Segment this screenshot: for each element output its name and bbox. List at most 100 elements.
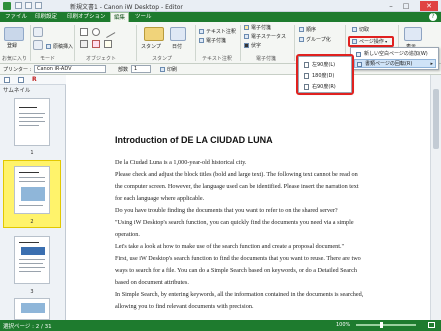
thumbnail-image-icon <box>21 247 45 255</box>
thumbnail-toolbar: R <box>0 75 66 85</box>
maximize-icon[interactable]: □ <box>399 1 413 11</box>
zoom-slider-handle[interactable] <box>380 322 383 328</box>
tab-tools[interactable]: ツール <box>132 12 155 22</box>
clip-icon <box>352 27 357 32</box>
help-icon[interactable]: ? <box>429 13 437 21</box>
document-line: based on document attributes. <box>115 279 189 286</box>
document-line: De la Ciudad Luna is a 1,000-year-old hi… <box>115 159 247 166</box>
group-separator <box>74 25 75 61</box>
close-icon[interactable]: ✕ <box>420 1 438 11</box>
date-button[interactable]: 日付 <box>172 43 182 50</box>
thumbnail-image-icon <box>21 187 45 201</box>
thumbnail-image-icon <box>21 303 45 313</box>
thumbnail-view-icon[interactable] <box>4 77 10 83</box>
electronic-note-2-button[interactable]: 電子付箋 <box>244 24 271 31</box>
zoom-level[interactable]: 100% <box>336 322 350 328</box>
rotate-submenu-callout <box>296 54 354 95</box>
highlighter-icon[interactable] <box>92 40 100 48</box>
register-button[interactable]: 登録 <box>7 42 17 49</box>
date-icon[interactable] <box>170 27 186 41</box>
select-mode-icon[interactable] <box>33 27 43 37</box>
group-separator <box>136 25 137 61</box>
printer-select[interactable]: Canon iR-ADV <box>34 65 106 73</box>
group-separator <box>30 25 31 61</box>
order-button[interactable]: 順序 <box>299 26 316 33</box>
clip-button[interactable]: 切取 <box>352 26 369 33</box>
annotation-group-label: 電子付箋 <box>256 56 277 62</box>
text-annotation-group-label: テキスト注釈 <box>202 56 232 62</box>
status-icon <box>244 34 249 39</box>
document-line: "Using iW Desktop's search function, you… <box>115 219 354 226</box>
stamp-icon[interactable] <box>144 27 164 41</box>
rotate-page-icon <box>357 62 362 67</box>
tab-print-options[interactable]: 印刷オプション <box>64 12 109 22</box>
menu-item-rotate-page[interactable]: 書類ページの回転(R) ▸ <box>354 59 436 68</box>
fit-page-icon[interactable] <box>428 322 435 328</box>
blank-page-icon <box>356 52 361 57</box>
electronic-note-icon <box>199 38 204 43</box>
status-button[interactable]: 電子ステータス <box>244 33 286 40</box>
document-line: Do you have trouble finding the document… <box>115 207 338 214</box>
document-line: allowing you to find relevant documents … <box>115 303 254 310</box>
pan-mode-icon[interactable] <box>33 40 43 50</box>
page-number: 2 <box>30 219 34 225</box>
quick-undo-icon[interactable] <box>25 2 32 9</box>
group-separator <box>294 25 295 61</box>
favorites-group-label: お気に入り <box>2 56 28 62</box>
annotation-list-icon[interactable]: R <box>32 76 37 83</box>
group-button[interactable]: グループ化 <box>299 36 331 43</box>
object-group-label: オブジェクト <box>86 56 117 62</box>
text-box-icon[interactable] <box>80 40 88 48</box>
quick-redo-icon[interactable] <box>35 2 42 9</box>
page-operation-callout <box>348 36 394 47</box>
cover-button[interactable]: 伏字 <box>244 42 261 49</box>
register-icon[interactable] <box>4 27 24 41</box>
text-annotation-icon <box>199 29 204 34</box>
page-thumbnail[interactable] <box>14 236 50 284</box>
title-bar: 新規文書1 - Canon iW Desktop - Editor – □ ✕ <box>0 0 441 12</box>
page-thumbnail[interactable] <box>14 298 50 320</box>
rectangle-icon[interactable] <box>80 28 88 36</box>
scrollbar-thumb[interactable] <box>433 89 439 149</box>
group-separator <box>240 25 241 61</box>
tab-file[interactable]: ファイル <box>2 12 30 22</box>
bookmark-icon[interactable] <box>18 77 24 83</box>
group-separator <box>195 25 196 61</box>
vertical-scrollbar[interactable] <box>430 75 441 320</box>
insert-original-icon <box>46 44 51 49</box>
display-icon[interactable] <box>404 27 422 41</box>
minimize-icon[interactable]: – <box>384 1 398 11</box>
electronic-note-button[interactable]: 電子付箋 <box>199 37 226 44</box>
document-line: In Simple Search, by entering keywords, … <box>115 291 364 298</box>
ellipse-icon[interactable] <box>92 28 100 36</box>
print-button[interactable]: 印刷 <box>160 66 177 73</box>
tab-edit[interactable]: 編集 <box>110 12 130 22</box>
page-thumbnail-selected[interactable] <box>14 166 50 214</box>
copies-input[interactable]: 1 <box>131 65 151 73</box>
ribbon-tab-bar: ファイル 印刷設定 印刷オプション 編集 ツール ? <box>0 12 441 22</box>
page-number: 1 <box>30 150 34 156</box>
text-annotation-button[interactable]: テキスト注釈 <box>199 28 236 35</box>
zoom-slider[interactable] <box>356 324 416 326</box>
order-icon <box>299 27 304 32</box>
page-thumbnail[interactable] <box>14 98 50 146</box>
group-icon <box>299 37 304 42</box>
document-line: operation. <box>115 231 140 238</box>
mode-group-label: モード <box>40 56 56 62</box>
insert-original-button[interactable]: 原稿挿入 <box>46 43 73 50</box>
note-icon[interactable] <box>104 40 112 48</box>
stamp-group-label: スタンプ <box>152 56 172 62</box>
tab-print-settings[interactable]: 印刷設定 <box>32 12 60 22</box>
document-line: Let's take a look at how to make use of … <box>115 243 345 250</box>
page-number: 3 <box>30 289 34 295</box>
line-icon[interactable] <box>102 26 116 38</box>
cover-icon <box>244 43 249 48</box>
page-operation-menu: 新しい空白ページの追加(W) 書類ページの回転(R) ▸ <box>350 47 439 70</box>
document-line: ways to search for a file. You can do a … <box>115 267 357 274</box>
sticky-note-icon <box>244 25 249 30</box>
document-line: Please check and adjust the block titles… <box>115 171 358 178</box>
quick-save-icon[interactable] <box>15 2 22 9</box>
stamp-button[interactable]: スタンプ <box>141 43 161 50</box>
page-status: 選択ページ : 2 / 31 <box>3 324 52 330</box>
menu-item-add-blank-page[interactable]: 新しい空白ページの追加(W) <box>354 50 436 59</box>
